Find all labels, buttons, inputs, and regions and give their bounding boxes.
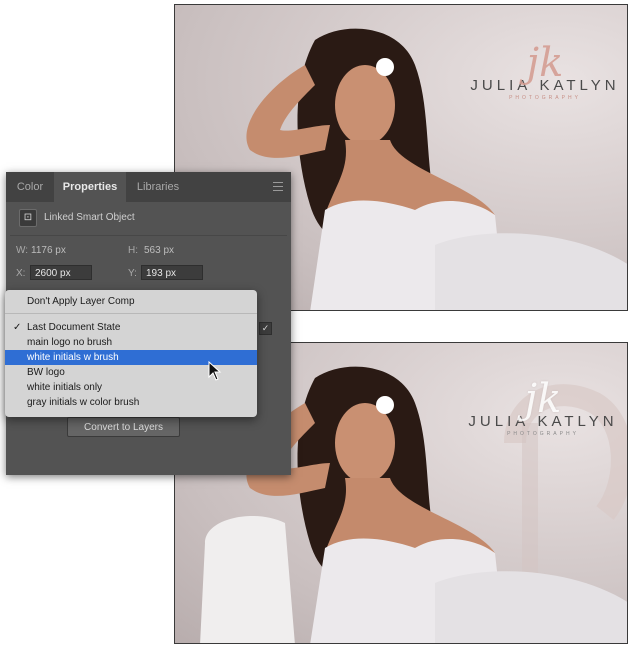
logo-subtitle: PHOTOGRAPHY	[507, 431, 579, 437]
menu-item-gray-initials-w-color-brush[interactable]: gray initials w color brush	[5, 395, 257, 410]
y-position-field[interactable]: 193 px	[141, 265, 203, 280]
layer-comp-dropdown[interactable]: Don't Apply Layer Comp ✓ Last Document S…	[5, 290, 257, 417]
logo-initials: jk	[526, 40, 564, 86]
menu-divider	[5, 313, 257, 314]
x-label: X:	[16, 268, 26, 279]
height-label: H:	[128, 245, 138, 256]
menu-item-white-initials-only[interactable]: white initials only	[5, 380, 257, 395]
logo-top: jk JULIA KATLYN PHOTOGRAPHY	[465, 43, 625, 101]
y-label: Y:	[128, 268, 137, 279]
height-value: 563 px	[144, 245, 175, 256]
width-label: W:	[16, 245, 29, 256]
layer-type-row: ⊡ Linked Smart Object	[6, 202, 291, 232]
menu-item-dont-apply-layer-comp[interactable]: Don't Apply Layer Comp	[5, 294, 257, 309]
logo-initials: jk	[524, 376, 562, 422]
logo-bottom: jk JULIA KATLYN PHOTOGRAPHY	[461, 379, 625, 437]
tab-properties[interactable]: Properties	[54, 172, 126, 202]
panel-menu-icon[interactable]	[273, 182, 283, 191]
checkbox[interactable]: ✓	[259, 322, 272, 335]
menu-item-main-logo-no-brush[interactable]: main logo no brush	[5, 335, 257, 350]
divider	[10, 235, 287, 236]
tab-libraries[interactable]: Libraries	[126, 172, 190, 202]
smart-object-icon: ⊡	[19, 209, 37, 227]
convert-to-layers-button[interactable]: Convert to Layers	[67, 417, 180, 437]
mouse-pointer-icon	[208, 361, 222, 381]
logo-subtitle: PHOTOGRAPHY	[509, 95, 581, 101]
panel-tab-bar: Color Properties Libraries	[6, 172, 291, 202]
menu-item-last-document-state[interactable]: ✓ Last Document State	[5, 320, 257, 335]
checkmark-icon: ✓	[13, 322, 22, 333]
layer-type-label: Linked Smart Object	[44, 212, 135, 223]
width-value: 1176 px	[31, 245, 66, 256]
tab-color[interactable]: Color	[6, 172, 54, 202]
x-position-field[interactable]: 2600 px	[30, 265, 92, 280]
